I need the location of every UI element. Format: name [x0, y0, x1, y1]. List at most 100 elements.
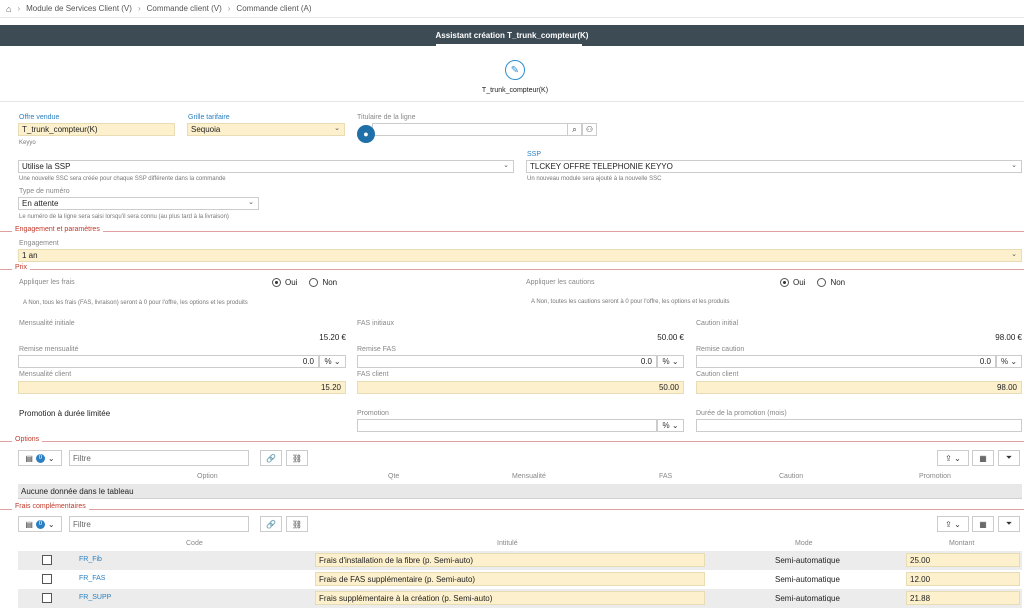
promo-duree-label: Durée de la promotion (mois) [696, 410, 787, 417]
mens-client-field[interactable]: 15.20 [18, 381, 346, 394]
frais-col-code[interactable]: Code [186, 540, 203, 547]
export-icon[interactable]: ⇪ ⌄ [937, 450, 969, 466]
type-label: Type de numéro [19, 188, 70, 195]
options-selection-button[interactable]: ▤ 0 ⌄ [18, 450, 62, 466]
ssp-label: SSP [527, 151, 542, 158]
row-montant-field[interactable]: 25.00 [906, 553, 1020, 567]
remise-fas-input[interactable]: 0.0 [357, 355, 657, 368]
link-icon[interactable]: 🔗 [260, 516, 282, 532]
row-intitule-field[interactable]: Frais d'installation de la fibre (p. Sem… [315, 553, 705, 567]
options-empty-text: Aucune donnée dans le tableau [21, 486, 134, 496]
columns-icon[interactable]: ▦ [972, 516, 994, 532]
columns-icon[interactable]: ▦ [972, 450, 994, 466]
engagement-select[interactable]: 1 an ⌄ [18, 249, 1022, 262]
cautions-non-radio[interactable] [817, 278, 827, 287]
user-icon[interactable]: ● [357, 125, 375, 143]
breadcrumb-item[interactable]: Commande client (V) [147, 4, 222, 13]
filter-icon[interactable]: ⏷ [998, 516, 1020, 532]
breadcrumb: ⌂ › Module de Services Client (V) › Comm… [0, 0, 1024, 18]
pencil-icon[interactable]: ✎ [505, 60, 525, 80]
mens-init-value: 15.20 € [319, 333, 346, 342]
options-col-qte[interactable]: Qte [388, 473, 399, 480]
remise-mens-input[interactable]: 0.0 [18, 355, 319, 368]
options-col-option[interactable]: Option [197, 473, 218, 480]
link-icon[interactable]: 🔗 [260, 450, 282, 466]
cautions-oui-radio[interactable] [780, 278, 789, 287]
row-checkbox[interactable] [42, 574, 52, 584]
row-intitule-field[interactable]: Frais de FAS supplémentaire (p. Semi-aut… [315, 572, 705, 586]
frais-section-line [0, 509, 1024, 510]
options-col-promotion[interactable]: Promotion [919, 473, 951, 480]
remise-fas-unit[interactable]: % ⌄ [657, 355, 684, 368]
row-montant-field[interactable]: 12.00 [906, 572, 1020, 586]
promo-input[interactable] [357, 419, 657, 432]
frais-selection-button[interactable]: ▤ 0 ⌄ [18, 516, 62, 532]
cautions-non-label: Non [830, 278, 846, 287]
remise-mens-unit[interactable]: % ⌄ [319, 355, 346, 368]
ssp-select[interactable]: TLCKEY OFFRE TELEPHONIE KEYYO ⌄ [526, 160, 1022, 173]
frais-label: Appliquer les frais [19, 279, 75, 286]
frais-col-intitule[interactable]: Intitulé [497, 540, 518, 547]
ssp-option-select[interactable]: Utilise la SSP ⌄ [18, 160, 514, 173]
caution-client-field[interactable]: 98.00 [696, 381, 1022, 394]
engagement-section-line [0, 231, 1024, 232]
frais-col-montant[interactable]: Montant [949, 540, 974, 547]
unit-label: % [662, 357, 670, 366]
step-label: T_trunk_compteur(K) [481, 87, 549, 94]
cautions-radio-group: Oui Non [780, 278, 845, 287]
unlink-icon[interactable]: ⛓ [286, 516, 308, 532]
promo-unit[interactable]: % ⌄ [657, 419, 684, 432]
options-col-fas[interactable]: FAS [659, 473, 672, 480]
filter-icon[interactable]: ⏷ [998, 450, 1020, 466]
frais-oui-label: Oui [285, 278, 298, 287]
row-mode: Semi-automatique [775, 594, 840, 603]
grille-label: Grille tarifaire [188, 114, 230, 121]
options-count-badge: 0 [35, 453, 45, 463]
frais-filter-input[interactable]: Filtre [69, 516, 249, 532]
promo-duree-input[interactable] [696, 419, 1022, 432]
options-filter-input[interactable]: Filtre [69, 450, 249, 466]
frais-non-radio[interactable] [309, 278, 319, 287]
type-select[interactable]: En attente ⌄ [18, 197, 259, 210]
export-icon[interactable]: ⇪ ⌄ [937, 516, 969, 532]
breadcrumb-item[interactable]: Commande client (A) [236, 4, 311, 13]
remise-caution-input[interactable]: 0.0 [696, 355, 996, 368]
user-add-icon[interactable]: ⚇ [582, 123, 597, 136]
breadcrumb-item[interactable]: Module de Services Client (V) [26, 4, 132, 13]
grille-select[interactable]: Sequoia ⌄ [187, 123, 345, 136]
row-code-link[interactable]: FR_FAS [79, 575, 105, 582]
options-col-caution[interactable]: Caution [779, 473, 803, 480]
caution-init-value: 98.00 € [995, 333, 1022, 342]
chevron-down-icon: ⌄ [1011, 251, 1017, 258]
mens-client-label: Mensualité client [19, 371, 72, 378]
chevron-down-icon: ⌄ [47, 519, 55, 529]
chevron-down-icon: ⌄ [248, 199, 254, 206]
row-code-link[interactable]: FR_SUPP [79, 594, 111, 601]
row-checkbox[interactable] [42, 555, 52, 565]
chevron-down-icon: ⌄ [1011, 162, 1017, 169]
search-icon[interactable]: ⌕ [567, 123, 582, 136]
unlink-icon[interactable]: ⛓ [286, 450, 308, 466]
home-icon[interactable]: ⌂ [6, 4, 11, 14]
ssp-option-value: Utilise la SSP [22, 162, 71, 171]
row-montant-field[interactable]: 21.88 [906, 591, 1020, 605]
offre-field[interactable]: T_trunk_compteur(K) [18, 123, 175, 136]
titulaire-input[interactable] [372, 123, 568, 136]
ssp-option-hint: Une nouvelle SSC sera créée pour chaque … [19, 176, 226, 182]
options-col-mensualite[interactable]: Mensualité [512, 473, 546, 480]
engagement-label: Engagement [19, 240, 59, 247]
chevron-down-icon: ⌄ [334, 125, 340, 132]
fas-client-field[interactable]: 50.00 [357, 381, 684, 394]
remise-caution-unit[interactable]: % ⌄ [996, 355, 1022, 368]
frais-col-mode[interactable]: Mode [795, 540, 813, 547]
unit-label: % [324, 357, 332, 366]
row-checkbox[interactable] [42, 593, 52, 603]
frais-oui-radio[interactable] [272, 278, 281, 287]
titulaire-label: Titulaire de la ligne [357, 114, 416, 121]
ssp-hint: Un nouveau module sera ajouté à la nouve… [527, 176, 662, 182]
promo-title: Promotion à durée limitée [19, 409, 111, 418]
cautions-label: Appliquer les cautions [526, 279, 595, 286]
row-code-link[interactable]: FR_Fib [79, 556, 102, 563]
row-intitule-field[interactable]: Frais supplémentaire à la création (p. S… [315, 591, 705, 605]
offre-hint: Keyyo [19, 140, 36, 146]
